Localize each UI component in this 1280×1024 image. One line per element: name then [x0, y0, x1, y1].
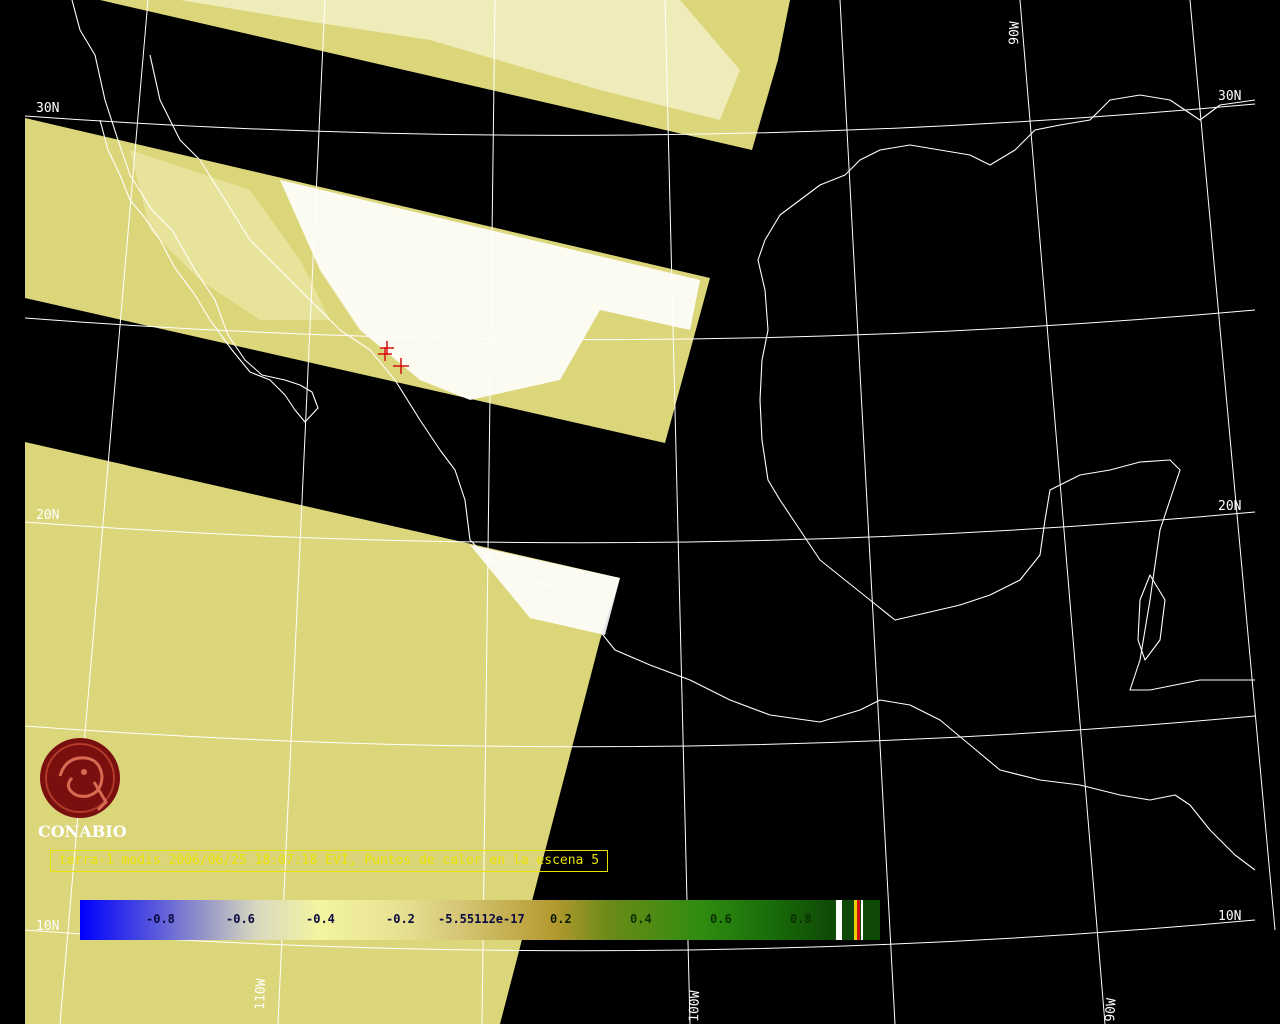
- colorbar-cloud-swatch: [836, 900, 842, 940]
- lon-label: 100W: [687, 990, 703, 1022]
- lat-label: 30N: [36, 101, 59, 116]
- lat-label: 10N: [36, 919, 59, 934]
- colorbar-tick: 0.2: [550, 912, 572, 926]
- colorbar-tick: -0.8: [146, 912, 175, 926]
- colorbar-tick: -0.6: [226, 912, 255, 926]
- colorbar-tick: 0.4: [630, 912, 652, 926]
- colorbar-tick: 0.8: [790, 912, 812, 926]
- lon-label: 90W: [1007, 21, 1023, 45]
- colorbar-tick: -0.4: [306, 912, 335, 926]
- scene-caption: terra-1 modis 2006/06/25 18:07:18 EVI, P…: [50, 850, 609, 872]
- grid-lon-95w: [839, 0, 896, 1024]
- lon-label: 90W: [1103, 998, 1120, 1023]
- lat-label: 20N: [1218, 499, 1241, 514]
- colorbar-fire-swatch: [857, 900, 860, 940]
- evi-colorbar: -0.8 -0.6 -0.4 -0.2 -5.55112e-17 0.2 0.4…: [80, 900, 880, 940]
- lat-label: 20N: [36, 508, 59, 523]
- logo-text: CONABIO: [38, 822, 127, 841]
- colorbar-tick: 0.6: [710, 912, 732, 926]
- grid-lon-100w: [664, 0, 691, 1024]
- grid-lon-90w: [1019, 0, 1106, 1024]
- colorbar-tick: -0.2: [386, 912, 415, 926]
- colorbar-tick: -5.55112e-17: [438, 912, 525, 926]
- lon-label: 110W: [253, 978, 269, 1010]
- satellite-map: 30N 30N 20N 20N 10N 10N 110W 100W 90W 90…: [0, 0, 1280, 1024]
- coast-gulf-of-mexico: [757, 94, 1256, 691]
- colorbar-white-swatch: [861, 900, 863, 940]
- lat-label: 30N: [1218, 89, 1241, 104]
- lat-label: 10N: [1218, 909, 1241, 924]
- grid-lon-85w: [1189, 0, 1276, 931]
